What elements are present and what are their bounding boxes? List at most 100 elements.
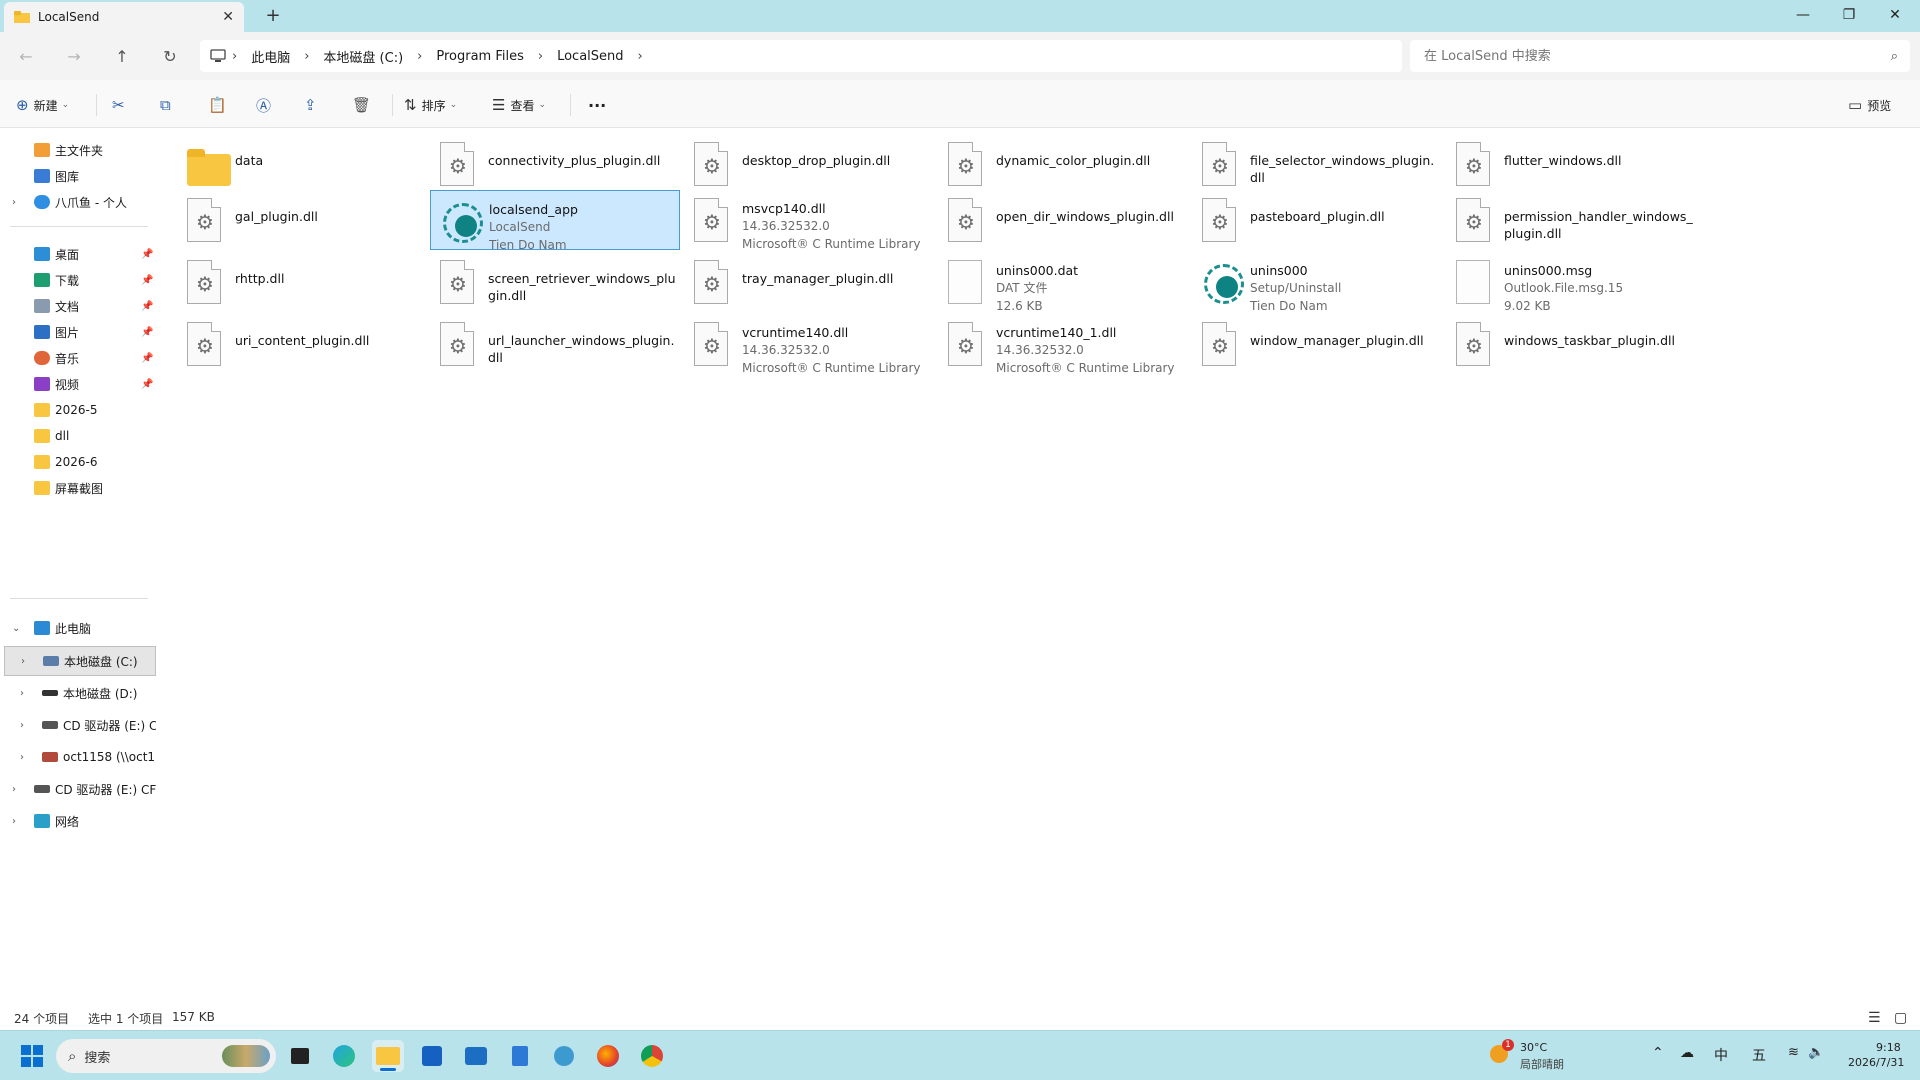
sort-button[interactable]: ⇅ 排序 ⌄	[404, 92, 457, 118]
file-item[interactable]: ⚙ flutter_windows.dll	[1446, 134, 1696, 194]
outlook-button[interactable]	[460, 1040, 492, 1072]
pin-icon[interactable]: 📌	[141, 301, 153, 312]
close-window-button[interactable]: ✕	[1872, 0, 1918, 30]
chrome-button[interactable]	[636, 1040, 668, 1072]
sidebar-item-network[interactable]: › 网络	[0, 806, 156, 836]
search-icon[interactable]: ⌕	[1891, 49, 1898, 64]
chevron-right-icon[interactable]: ›	[20, 752, 24, 763]
chevron-down-icon[interactable]: ⌄	[12, 623, 20, 634]
sidebar-item-cd-drive-2[interactable]: › CD 驱动器 (E:) CF-	[0, 774, 156, 804]
tab-close-icon[interactable]: ✕	[222, 9, 234, 25]
file-item[interactable]: ⚙ dynamic_color_plugin.dll	[938, 134, 1188, 194]
breadcrumb-c-drive[interactable]: 本地磁盘 (C:)	[323, 47, 403, 66]
cloud-sync-icon[interactable]: ☁	[1680, 1045, 1694, 1061]
notepad-button[interactable]	[504, 1040, 536, 1072]
ime-lang[interactable]: 中	[1714, 1045, 1728, 1065]
pin-icon[interactable]: 📌	[141, 249, 153, 260]
pin-icon[interactable]: 📌	[141, 275, 153, 286]
volume-icon[interactable]: 🔈	[1808, 1045, 1824, 1060]
preview-button[interactable]: ▭ 预览	[1848, 92, 1891, 118]
cut-button[interactable]: ✂	[112, 92, 130, 118]
file-item[interactable]: localsend_app LocalSend Tien Do Nam	[430, 190, 680, 252]
taskview-button[interactable]	[284, 1040, 316, 1072]
file-item[interactable]: ⚙ file_selector_windows_plugin.dll	[1192, 134, 1442, 194]
clock-time[interactable]: 9:18	[1876, 1041, 1901, 1054]
breadcrumb-this-pc[interactable]: 此电脑	[251, 47, 290, 66]
file-item[interactable]: ⚙ desktop_drop_plugin.dll	[684, 134, 934, 194]
chevron-right-icon[interactable]: ›	[20, 688, 24, 699]
sidebar-item-this-pc[interactable]: ⌄ 此电脑	[0, 613, 156, 643]
file-item[interactable]: ⚙ tray_manager_plugin.dll	[684, 252, 934, 312]
file-item[interactable]: ⚙ vcruntime140.dll 14.36.32532.0 Microsoft®…	[684, 314, 934, 375]
pin-icon[interactable]: 📌	[141, 327, 153, 338]
details-view-button[interactable]: ☰	[1868, 1010, 1881, 1026]
search-input[interactable]	[1422, 47, 1891, 65]
chevron-right-icon[interactable]: ›	[538, 49, 543, 64]
weather-widget[interactable]: 1	[1490, 1039, 1514, 1063]
chevron-right-icon[interactable]: ›	[12, 816, 16, 827]
breadcrumb-localsend[interactable]: LocalSend	[557, 49, 623, 64]
file-item[interactable]: ⚙ gal_plugin.dll	[177, 190, 427, 250]
file-item[interactable]: ⚙ screen_retriever_windows_plugin.dll	[430, 252, 680, 312]
file-item[interactable]: ⚙ msvcp140.dll 14.36.32532.0 Microsoft® C R…	[684, 190, 934, 251]
taskbar-search[interactable]: ⌕ 搜索	[56, 1039, 276, 1073]
file-item[interactable]: ⚙ window_manager_plugin.dll	[1192, 314, 1442, 374]
delete-button[interactable]: 🗑	[352, 92, 376, 118]
file-item[interactable]: unins000 Setup/Uninstall Tien Do Nam	[1192, 252, 1442, 313]
more-options-button[interactable]: ···	[588, 92, 606, 118]
sidebar-item-d-drive[interactable]: › 本地磁盘 (D:)	[0, 678, 156, 708]
file-item[interactable]: ⚙ uri_content_plugin.dll	[177, 314, 427, 374]
app-button[interactable]	[548, 1040, 580, 1072]
chevron-right-icon[interactable]: ›	[20, 720, 24, 731]
chevron-right-icon[interactable]: ›	[304, 49, 309, 64]
search-box[interactable]: ⌕	[1410, 40, 1910, 72]
maximize-button[interactable]: ❐	[1826, 0, 1872, 30]
address-bar[interactable]: › 此电脑 › 本地磁盘 (C:) › Program Files › Loca…	[200, 40, 1402, 72]
chevron-right-icon[interactable]: ›	[21, 656, 25, 667]
tray-overflow-chevron-icon[interactable]: ⌃	[1652, 1045, 1664, 1061]
sidebar-item-onedrive[interactable]: › 八爪鱼 - 个人	[0, 187, 156, 217]
explorer-tab[interactable]: LocalSend ✕	[4, 2, 244, 32]
back-button[interactable]: ←	[14, 44, 38, 68]
file-item[interactable]: unins000.msg Outlook.File.msg.15 9.02 KB	[1446, 252, 1696, 313]
copy-button[interactable]: ⧉	[160, 92, 176, 118]
firefox-button[interactable]	[592, 1040, 624, 1072]
tiles-view-button[interactable]: ▢	[1894, 1010, 1907, 1026]
file-item[interactable]: ⚙ connectivity_plus_plugin.dll	[430, 134, 680, 194]
chevron-right-icon[interactable]: ›	[12, 784, 16, 795]
new-tab-button[interactable]: +	[262, 5, 284, 26]
store-button[interactable]	[416, 1040, 448, 1072]
ime-mode[interactable]: 五	[1752, 1045, 1766, 1065]
file-item[interactable]: ⚙ vcruntime140_1.dll 14.36.32532.0 Microsof…	[938, 314, 1188, 375]
pin-icon[interactable]: 📌	[141, 353, 153, 364]
start-button[interactable]	[16, 1040, 48, 1072]
forward-button[interactable]: →	[62, 44, 86, 68]
clock-date[interactable]: 2026/7/31	[1848, 1056, 1904, 1069]
sidebar-item-c-drive[interactable]: › 本地磁盘 (C:)	[4, 646, 156, 676]
breadcrumb-program-files[interactable]: Program Files	[436, 49, 524, 64]
minimize-button[interactable]: —	[1780, 0, 1826, 30]
share-button[interactable]: ⇪	[304, 92, 322, 118]
sidebar-item-cd-drive[interactable]: › CD 驱动器 (E:) CI	[0, 710, 156, 740]
file-explorer-button[interactable]	[372, 1040, 404, 1072]
file-item[interactable]: ⚙ url_launcher_windows_plugin.dll	[430, 314, 680, 374]
wifi-icon[interactable]: ≋	[1788, 1045, 1799, 1060]
file-item[interactable]: ⚙ permission_handler_windows_plugin.dll	[1446, 190, 1696, 250]
chevron-right-icon[interactable]: ›	[417, 49, 422, 64]
file-item[interactable]: unins000.dat DAT 文件 12.6 KB	[938, 252, 1188, 313]
edge-button[interactable]	[328, 1040, 360, 1072]
view-button[interactable]: ☰ 查看 ⌄	[492, 92, 546, 118]
chevron-right-icon[interactable]: ›	[12, 197, 16, 208]
refresh-button[interactable]: ↻	[158, 44, 182, 68]
file-item[interactable]: data	[177, 134, 427, 194]
sidebar-item-network-share[interactable]: › oct1158 (\\oct11	[0, 742, 156, 772]
file-item[interactable]: ⚙ rhttp.dll	[177, 252, 427, 312]
sidebar-item-screenshots[interactable]: 屏幕截图	[0, 473, 156, 503]
rename-button[interactable]: Ⓐ	[256, 92, 276, 118]
file-item[interactable]: ⚙ open_dir_windows_plugin.dll	[938, 190, 1188, 250]
paste-button[interactable]: 📋	[208, 92, 232, 118]
file-item[interactable]: ⚙ windows_taskbar_plugin.dll	[1446, 314, 1696, 374]
up-button[interactable]: ↑	[110, 44, 134, 68]
file-item[interactable]: ⚙ pasteboard_plugin.dll	[1192, 190, 1442, 250]
chevron-right-icon[interactable]: ›	[638, 49, 643, 64]
